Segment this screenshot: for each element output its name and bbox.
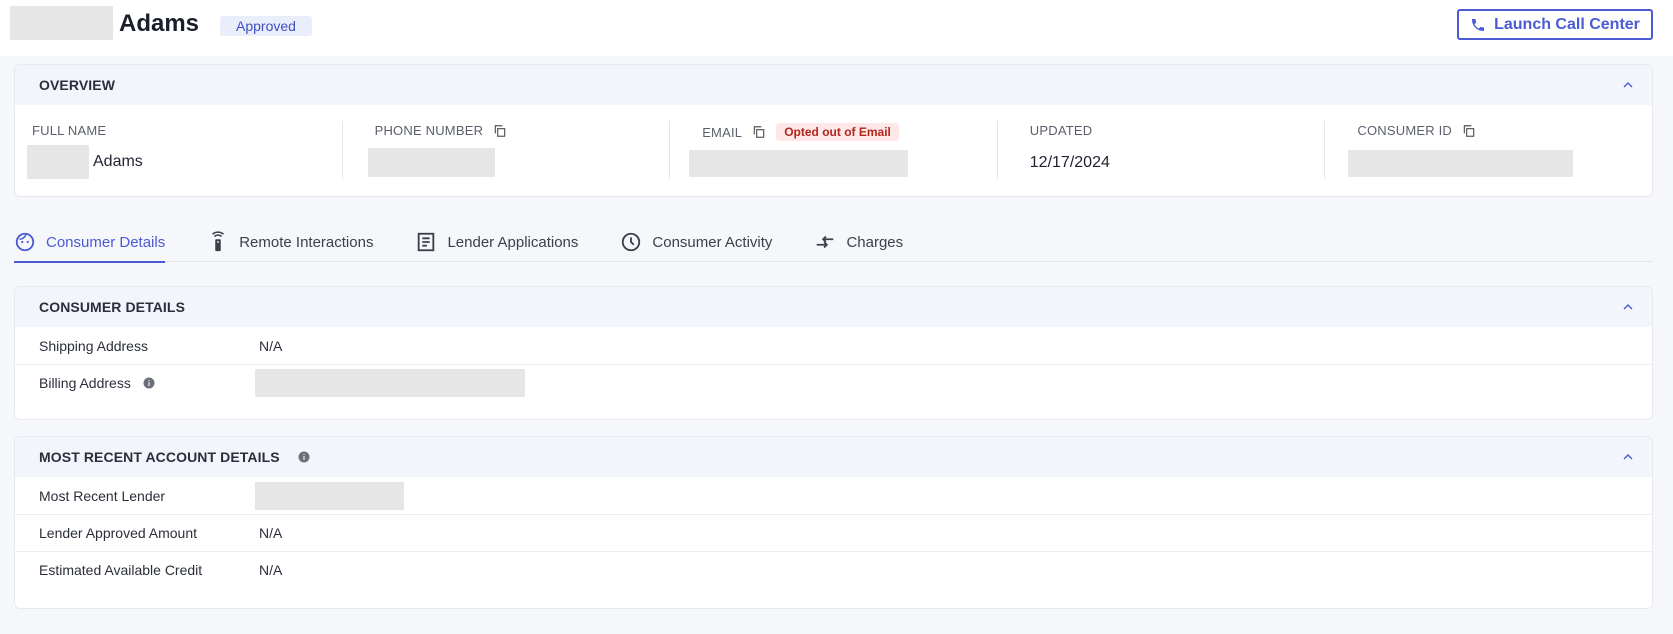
- detail-row-estimated-available-credit: Estimated Available Credit N/A: [15, 551, 1652, 588]
- tab-label: Charges: [846, 233, 904, 251]
- copy-icon[interactable]: [493, 124, 507, 138]
- row-value: N/A: [259, 562, 283, 578]
- overview-email: EMAIL Opted out of Email: [670, 121, 998, 179]
- redacted-email: [689, 150, 909, 177]
- tab-label: Lender Applications: [447, 233, 579, 251]
- info-icon[interactable]: [298, 451, 310, 463]
- redacted-first-name: [10, 6, 113, 40]
- email-opt-out-badge: Opted out of Email: [776, 123, 899, 141]
- email-label: EMAIL: [702, 124, 743, 140]
- detail-row-shipping-address: Shipping Address N/A: [15, 327, 1652, 364]
- overview-consumer-id: CONSUMER ID: [1325, 121, 1652, 179]
- redacted-phone-number: [367, 148, 495, 177]
- row-label: Shipping Address: [39, 337, 148, 354]
- tab-label: Remote Interactions: [239, 233, 374, 251]
- row-label: Most Recent Lender: [39, 487, 166, 504]
- consumer-details-header[interactable]: CONSUMER DETAILS: [15, 287, 1652, 327]
- chevron-up-icon[interactable]: [1620, 77, 1636, 93]
- row-label: Lender Approved Amount: [39, 525, 198, 541]
- full-name-value: Adams: [93, 153, 143, 170]
- face-icon: [15, 232, 35, 252]
- tab-consumer-activity[interactable]: Consumer Activity: [620, 222, 772, 262]
- overview-updated: UPDATED 12/17/2024: [998, 121, 1326, 179]
- transfer-arrows-icon: [817, 235, 834, 249]
- row-value: N/A: [259, 525, 283, 541]
- account-details-title: MOST RECENT ACCOUNT DETAILS: [39, 449, 280, 465]
- tab-bar: Consumer Details Remote Interactions Len…: [14, 222, 1653, 263]
- redacted-first-name: [27, 145, 89, 179]
- page-header: Adams Approved Launch Call Center: [0, 0, 1673, 56]
- updated-value: 12/17/2024: [1029, 154, 1110, 171]
- tab-charges[interactable]: Charges: [814, 222, 903, 262]
- copy-icon[interactable]: [752, 125, 766, 139]
- overview-header[interactable]: OVERVIEW: [15, 65, 1652, 105]
- row-label: Estimated Available Credit: [39, 562, 203, 578]
- status-badge: Approved: [220, 16, 312, 36]
- overview-title: OVERVIEW: [39, 77, 116, 93]
- consumer-details-card: CONSUMER DETAILS Shipping Address N/A Bi…: [14, 286, 1653, 420]
- launch-call-center-label: Launch Call Center: [1494, 15, 1640, 33]
- account-details-card: MOST RECENT ACCOUNT DETAILS Most Recent …: [14, 436, 1653, 609]
- redacted-lender-name: [255, 481, 404, 510]
- consumer-details-title: CONSUMER DETAILS: [39, 299, 186, 315]
- clock-icon: [622, 232, 641, 252]
- chevron-up-icon[interactable]: [1620, 299, 1636, 315]
- copy-icon[interactable]: [1462, 124, 1476, 138]
- tab-lender-applications[interactable]: Lender Applications: [415, 222, 578, 262]
- overview-full-name: FULL NAME Adams: [15, 121, 343, 179]
- launch-call-center-button[interactable]: Launch Call Center: [1457, 9, 1653, 40]
- tab-remote-interactions[interactable]: Remote Interactions: [207, 222, 373, 262]
- updated-label: UPDATED: [1029, 123, 1093, 138]
- consumer-last-name: Adams: [119, 10, 200, 37]
- overview-phone: PHONE NUMBER: [343, 121, 671, 179]
- info-icon[interactable]: [143, 377, 155, 389]
- row-value: N/A: [259, 337, 283, 354]
- phone-number-label: PHONE NUMBER: [374, 123, 484, 138]
- chevron-up-icon[interactable]: [1620, 449, 1636, 465]
- detail-row-billing-address: Billing Address: [15, 364, 1652, 401]
- detail-row-lender-approved-amount: Lender Approved Amount N/A: [15, 514, 1652, 551]
- document-icon: [418, 232, 435, 252]
- consumer-id-label: CONSUMER ID: [1357, 123, 1453, 138]
- full-name-label: FULL NAME: [32, 123, 107, 138]
- overview-card: OVERVIEW FULL NAME Adams PHONE NUMBER EM…: [14, 64, 1653, 197]
- tab-consumer-details[interactable]: Consumer Details: [14, 222, 166, 263]
- redacted-consumer-id: [1348, 150, 1574, 177]
- redacted-billing-address: [255, 369, 525, 397]
- detail-row-most-recent-lender: Most Recent Lender: [15, 477, 1652, 514]
- phone-icon: [1472, 18, 1485, 31]
- tab-label: Consumer Details: [46, 233, 166, 251]
- row-label: Billing Address: [39, 375, 131, 391]
- account-details-header[interactable]: MOST RECENT ACCOUNT DETAILS: [15, 437, 1652, 477]
- remote-icon: [212, 231, 225, 252]
- tab-label: Consumer Activity: [652, 233, 773, 251]
